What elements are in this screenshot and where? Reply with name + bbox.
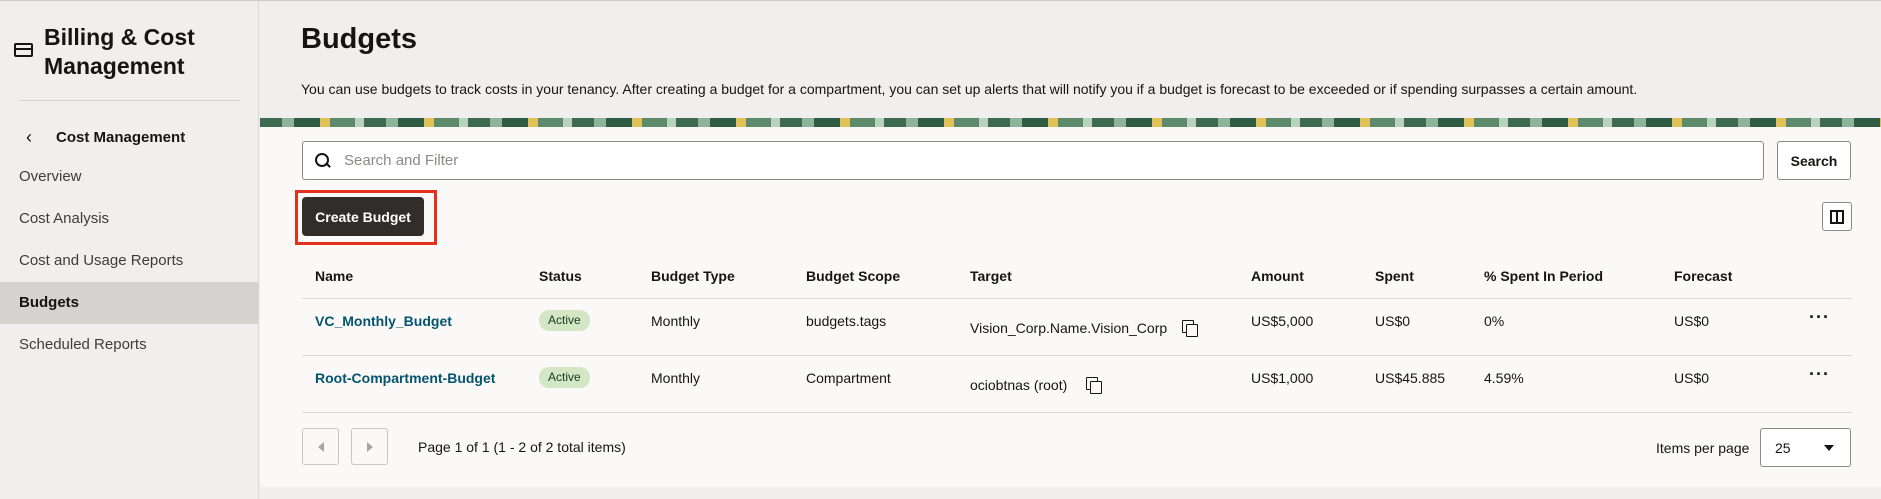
sidebar-item-cost-and-usage-reports[interactable]: Cost and Usage Reports bbox=[0, 240, 258, 282]
sidebar-item-overview[interactable]: Overview bbox=[0, 156, 258, 198]
col-header-status: Status bbox=[539, 268, 582, 284]
row-divider bbox=[302, 412, 1852, 413]
budget-forecast: US$0 bbox=[1674, 370, 1710, 386]
caret-down-icon bbox=[1824, 444, 1834, 451]
search-icon bbox=[315, 153, 330, 168]
items-per-page-value: 25 bbox=[1775, 439, 1791, 456]
budget-scope: Compartment bbox=[806, 370, 891, 386]
col-header-forecast: Forecast bbox=[1674, 268, 1733, 284]
items-per-page-select[interactable]: 25 bbox=[1760, 428, 1851, 467]
budget-target: Vision_Corp.Name.Vision_Corp bbox=[970, 320, 1168, 336]
budget-pct-spent: 4.59% bbox=[1484, 370, 1524, 386]
main-content: Budgets You can use budgets to track cos… bbox=[260, 1, 1881, 499]
budget-forecast: US$0 bbox=[1674, 313, 1710, 329]
budget-name-link[interactable]: Root-Compartment-Budget bbox=[315, 370, 495, 386]
columns-icon bbox=[1830, 209, 1844, 224]
budget-scope: budgets.tags bbox=[806, 313, 887, 329]
back-label: Cost Management bbox=[56, 129, 186, 146]
status-badge: Active bbox=[539, 310, 590, 331]
search-button[interactable]: Search bbox=[1777, 141, 1851, 180]
sidebar-item-scheduled-reports[interactable]: Scheduled Reports bbox=[0, 324, 258, 366]
copy-icon[interactable] bbox=[1086, 377, 1102, 394]
triangle-right-icon bbox=[366, 441, 373, 452]
page-description: You can use budgets to track costs in yo… bbox=[301, 81, 1638, 97]
app-title: Billing & Cost Management bbox=[44, 24, 195, 79]
create-budget-button[interactable]: Create Budget bbox=[302, 197, 424, 236]
budget-type: Monthly bbox=[651, 313, 701, 329]
budget-amount: US$1,000 bbox=[1251, 370, 1314, 386]
copy-icon[interactable] bbox=[1182, 320, 1198, 337]
status-badge: Active bbox=[539, 367, 590, 388]
more-icon[interactable]: ··· bbox=[1809, 307, 1830, 328]
sidebar-divider bbox=[20, 100, 240, 101]
chevron-left-icon: ‹ bbox=[26, 127, 32, 147]
items-per-page-label: Items per page bbox=[1656, 440, 1750, 456]
row-divider bbox=[302, 298, 1852, 299]
col-header-name: Name bbox=[315, 268, 354, 284]
prev-page-button[interactable] bbox=[302, 428, 339, 465]
col-header-budget-scope: Budget Scope bbox=[806, 268, 901, 284]
pagination-info: Page 1 of 1 (1 - 2 of 2 total items) bbox=[418, 439, 626, 455]
search-input[interactable] bbox=[344, 152, 1724, 169]
col-header-pct-spent: % Spent In Period bbox=[1484, 268, 1604, 284]
col-header-target: Target bbox=[970, 268, 1012, 284]
page-title: Budgets bbox=[301, 23, 417, 55]
bottom-strip bbox=[260, 487, 1881, 499]
more-icon[interactable]: ··· bbox=[1809, 364, 1830, 385]
col-header-spent: Spent bbox=[1375, 268, 1414, 284]
credit-card-icon bbox=[14, 43, 33, 57]
row-divider bbox=[302, 355, 1852, 356]
decorative-banner bbox=[260, 118, 1881, 127]
manage-columns-button[interactable] bbox=[1822, 202, 1852, 231]
sidebar-item-cost-analysis[interactable]: Cost Analysis bbox=[0, 198, 258, 240]
back-to-cost-management[interactable]: ‹ Cost Management bbox=[26, 127, 185, 148]
app-header: Billing & Cost Management bbox=[14, 23, 214, 81]
budgets-card: Search Create Budget Name Status Budget … bbox=[260, 127, 1881, 487]
budget-spent: US$0 bbox=[1375, 313, 1411, 329]
budget-name-link[interactable]: VC_Monthly_Budget bbox=[315, 313, 452, 329]
sidebar-item-budgets[interactable]: Budgets bbox=[0, 282, 258, 324]
budget-pct-spent: 0% bbox=[1484, 313, 1505, 329]
budget-type: Monthly bbox=[651, 370, 701, 386]
next-page-button[interactable] bbox=[351, 428, 388, 465]
sidebar: Billing & Cost Management ‹ Cost Managem… bbox=[0, 1, 259, 499]
triangle-left-icon bbox=[317, 441, 324, 452]
budget-target: ociobtnas (root) bbox=[970, 377, 1068, 393]
col-header-amount: Amount bbox=[1251, 268, 1304, 284]
budget-amount: US$5,000 bbox=[1251, 313, 1314, 329]
search-box[interactable] bbox=[302, 141, 1764, 180]
col-header-budget-type: Budget Type bbox=[651, 268, 735, 284]
budget-spent: US$45.885 bbox=[1375, 370, 1446, 386]
